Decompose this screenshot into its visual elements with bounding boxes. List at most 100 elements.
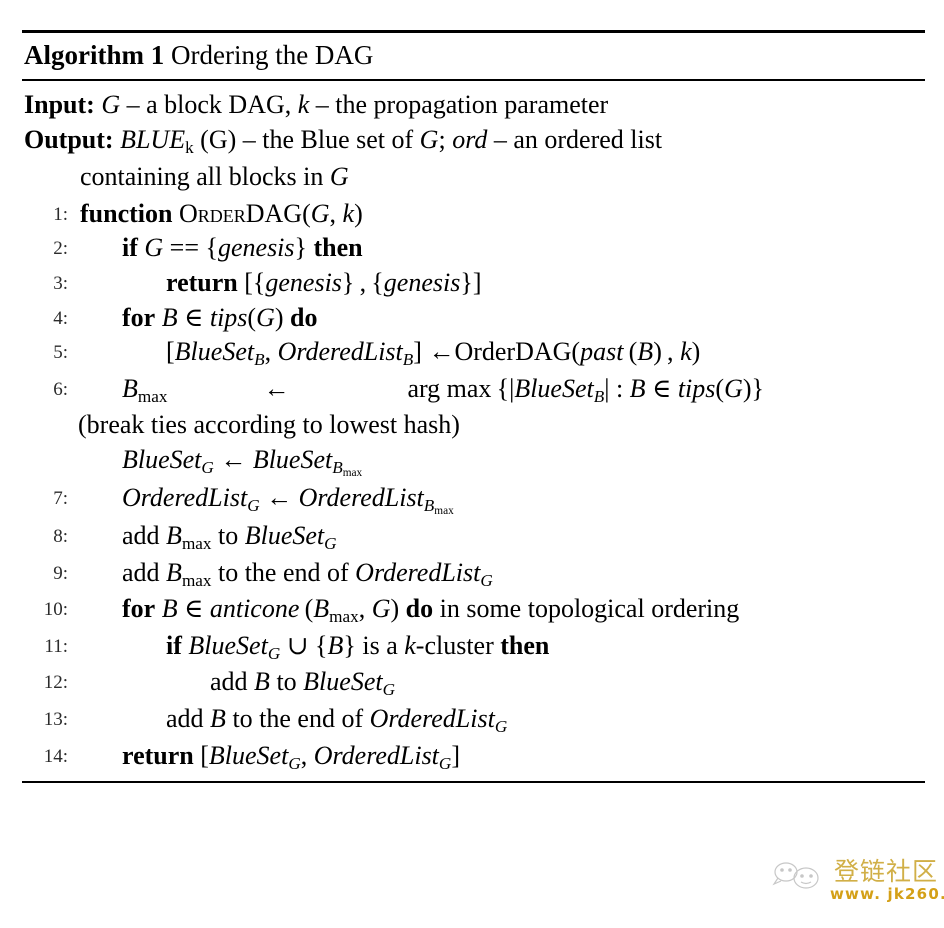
operator-argmax: arg max [407, 373, 492, 403]
blueset-base: BlueSet [514, 373, 594, 403]
bracket-open: [ [200, 740, 209, 770]
output-blue-subscript: k [185, 138, 194, 158]
orderedlist-subscript: B [402, 349, 414, 369]
output-blue-set: BLUEk [120, 125, 194, 158]
id-orderedlist-g: OrderedListG [355, 558, 493, 590]
operator-elementof: ∈ [184, 302, 204, 332]
var-graph: G [144, 233, 164, 263]
orderedlist-subscript: G [480, 570, 493, 590]
watermark-brand: 登链社区 [834, 857, 939, 886]
id-blueset-g: BlueSetG [303, 667, 395, 700]
arg-k: k [342, 198, 355, 228]
orderedlist-subscript-bmax: Bmax [424, 496, 454, 517]
var-block: B [161, 302, 178, 332]
tips-args: ( [247, 302, 257, 332]
id-orderedlist-g: OrderedListG [122, 483, 260, 515]
anticone-comma: , [358, 594, 372, 624]
keyword-then: then [500, 630, 550, 660]
line-content: add Bmax to BlueSetG [74, 519, 925, 556]
blueset-subscript: G [382, 680, 395, 700]
line-content: function OrderDAG(G, k) [74, 197, 925, 232]
code-line-6: 6: Bmax ← arg max {|BlueSetB| : B ∈ tips(G… [22, 372, 925, 409]
id-orderedlist-bmax: OrderedListBmax [299, 483, 454, 517]
bmax-base: B [166, 557, 182, 587]
line-content: for B ∈ anticone (Bmax, G) do in some to… [74, 592, 925, 629]
code-line-8: 7: OrderedListG ← OrderedListBmax [22, 481, 925, 519]
output-text-3: – an ordered list [487, 125, 663, 155]
input-text-1: – a block DAG, [120, 89, 298, 119]
id-blueset-bmax: BlueSetBmax [252, 444, 362, 479]
blueset-base: BlueSet [122, 444, 202, 474]
fn-tips: tips [209, 302, 248, 332]
bmax-base: B [122, 373, 138, 403]
input-text-2: – the propagation parameter [309, 89, 609, 119]
bracket-close: }] [460, 267, 482, 297]
line-number: 5: [53, 342, 68, 364]
bmax-base: B [166, 520, 182, 550]
line-number: 1: [53, 203, 68, 225]
anticone-arg-graph: G [371, 594, 391, 624]
line-content: BlueSetG ← BlueSetBmax [74, 443, 925, 481]
output-text-2: ; [438, 125, 453, 155]
verb-add: add [166, 703, 204, 733]
orderedlist-subscript: G [247, 495, 260, 515]
var-bmax: Bmax [313, 594, 358, 626]
bmax-subscript: max [137, 386, 168, 406]
blueset-subscript: B [593, 386, 605, 406]
paren-open: ( [302, 198, 311, 228]
code-line-3: 3: return [{genesis} , {genesis}] [22, 266, 925, 301]
verb-add: add [122, 520, 160, 550]
line-number: 10: [43, 599, 68, 621]
code-line-5: 5: [BlueSetB, OrderedListB] ←OrderDAG(pa… [22, 335, 925, 372]
keyword-for: for [122, 594, 156, 624]
paren-close: ) [691, 337, 701, 367]
line-number: 4: [53, 307, 68, 329]
code-line-1: 1: function OrderDAG(G, k) [22, 197, 925, 232]
arg-k: k [680, 337, 692, 367]
code-line-10: 9: add Bmax to the end of OrderedListG [22, 556, 925, 593]
phrase-to-the-end-of: to the end of [232, 703, 364, 733]
brace-open: { [315, 630, 328, 660]
output-text-1: (G) – the Blue set of [193, 125, 420, 155]
past-args: ( [623, 337, 638, 367]
set-genesis-second: genesis [383, 267, 461, 297]
orderedlist-base: OrderedList [313, 740, 439, 770]
line-content: return [{genesis} , {genesis}] [74, 266, 925, 301]
blueset-base: BlueSet [252, 444, 333, 474]
algorithm-caption: Ordering the DAG [170, 40, 374, 70]
var-block: B [327, 630, 344, 660]
operator-assign: ← [428, 337, 455, 367]
fn-anticone: anticone [209, 594, 300, 624]
fn-tips: tips [677, 373, 716, 403]
line-number: 3: [53, 272, 68, 294]
word-cluster: -cluster [415, 630, 494, 660]
orderedlist-base: OrderedList [369, 703, 495, 733]
bmax-subscript: max [181, 570, 212, 590]
tie-break-note: (break ties according to lowest hash) [78, 410, 460, 440]
id-orderedlist-g: OrderedListG [313, 740, 452, 773]
output-ord: ord [452, 125, 488, 155]
keyword-return: return [166, 267, 238, 297]
code-line-6-note: (break ties according to lowest hash) [22, 408, 925, 443]
output-continuation: containing all blocks in G [22, 159, 925, 194]
var-bmax: Bmax [122, 373, 168, 406]
id-blueset-g: BlueSetG [209, 741, 301, 773]
watermark: 登链社区 www. jk260. com [772, 852, 944, 916]
var-block: B [161, 594, 178, 624]
line-content: Bmax ← arg max {|BlueSetB| : B ∈ tips(G)} [74, 372, 925, 409]
arg-comma: , [329, 198, 343, 228]
input-line: Input: G – a block DAG, k – the propagat… [22, 87, 925, 122]
operator-equality: == [169, 233, 199, 263]
line-content: if BlueSetG ∪ {B} is a k-cluster then [74, 629, 925, 666]
brace-close: )} [742, 373, 764, 403]
phrase-topological-ordering: in some topological ordering [439, 594, 740, 624]
brace-close: } [343, 630, 356, 660]
output-cont-var: G [329, 162, 349, 192]
var-bmax: Bmax [166, 557, 212, 590]
watermark-url: www. jk260. com [830, 885, 944, 903]
blueset-base: BlueSet [188, 630, 268, 660]
line-number: 13: [43, 708, 68, 730]
blueset-subscript: B [254, 349, 265, 369]
line-content: [BlueSetB, OrderedListB] ←OrderDAG(past … [74, 335, 925, 372]
blueset-subscript: G [201, 457, 214, 477]
